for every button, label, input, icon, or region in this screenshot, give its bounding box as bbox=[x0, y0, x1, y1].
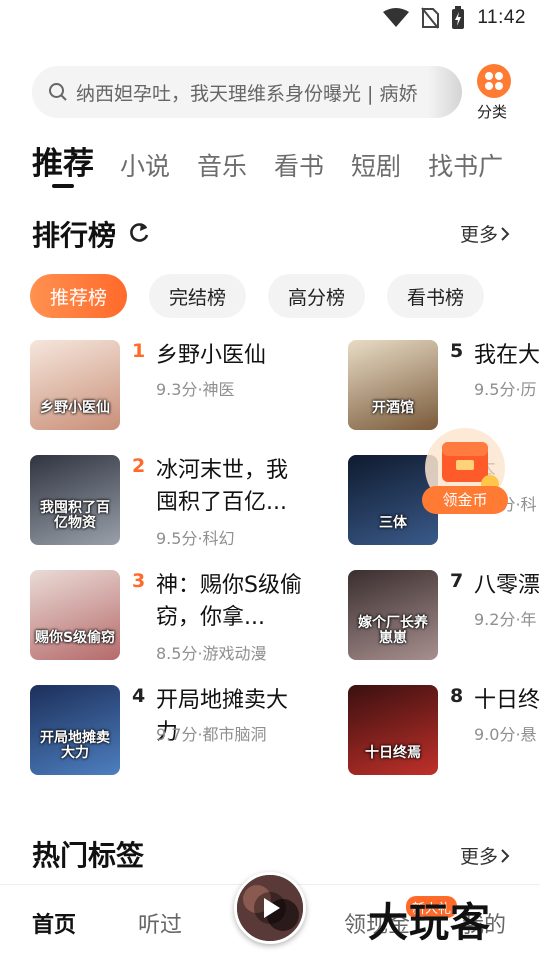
book-cover-title: 开局地摊卖大力 bbox=[40, 730, 110, 761]
book-item[interactable]: 嫁个厂长养崽崽 7 八零漂妈，嫁 9.2分·年 bbox=[348, 570, 540, 670]
play-icon bbox=[237, 875, 303, 941]
book-rank: 8 bbox=[450, 685, 464, 707]
book-cover-title: 赐你S级偷窃 bbox=[34, 630, 116, 646]
book-item[interactable]: 乡野小医仙 1 乡野小医仙 9.3分·神医 bbox=[30, 340, 350, 440]
gold-coin-float-button[interactable]: 领金币 bbox=[420, 424, 510, 516]
book-cover-title: 三体 bbox=[379, 515, 407, 531]
book-cover[interactable]: 开局地摊卖大力 bbox=[30, 685, 120, 775]
book-cover[interactable]: 赐你S级偷窃 bbox=[30, 570, 120, 660]
ranking-more-label: 更多 bbox=[459, 224, 498, 246]
category-button[interactable]: 分类 bbox=[474, 64, 514, 122]
tab-indicator bbox=[52, 184, 74, 188]
book-rank: 7 bbox=[450, 570, 464, 592]
book-cover[interactable]: 嫁个厂长养崽崽 bbox=[348, 570, 438, 660]
book-meta: 8.5分·游戏动漫 bbox=[156, 644, 267, 663]
refresh-icon[interactable] bbox=[128, 220, 150, 244]
no-sim-icon bbox=[421, 7, 440, 29]
search-bar[interactable]: 纳西妲孕吐，我天理维系身份曝光 | 病娇 bbox=[32, 66, 462, 118]
tab-reading[interactable]: 看书 bbox=[274, 147, 324, 183]
category-label: 分类 bbox=[476, 103, 507, 121]
hot-tags-title: 热门标签 bbox=[32, 839, 145, 872]
tab-find-book[interactable]: 找书广 bbox=[428, 147, 503, 183]
wifi-icon bbox=[383, 8, 410, 27]
audio-player-button[interactable] bbox=[234, 872, 306, 944]
search-icon bbox=[49, 83, 67, 101]
book-meta: 9.7分·都市脑洞 bbox=[156, 725, 267, 744]
book-meta: 9.2分·年 bbox=[474, 610, 537, 629]
book-rank: 5 bbox=[450, 340, 464, 362]
book-item[interactable]: 开局地摊卖大力 4 开局地摊卖大力 9.7分·都市脑洞 bbox=[30, 685, 350, 780]
chip-finished[interactable]: 完结榜 bbox=[149, 274, 247, 318]
top-tabs: 推荐 小说 音乐 看书 短剧 找书广 bbox=[32, 138, 540, 194]
book-title[interactable]: 十日终 bbox=[474, 685, 540, 717]
book-meta: 9.0分·悬 bbox=[474, 725, 537, 744]
hot-tags-more-button[interactable]: 更多 bbox=[460, 842, 512, 869]
book-item[interactable]: 十日终焉 8 十日终 9.0分·悬 bbox=[348, 685, 540, 780]
nav-listened[interactable]: 听过 bbox=[138, 907, 182, 939]
status-time: 11:42 bbox=[477, 7, 526, 28]
book-cover[interactable]: 十日终焉 bbox=[348, 685, 438, 775]
watermark-logo: 大玩客 bbox=[368, 899, 491, 946]
tab-music[interactable]: 音乐 bbox=[197, 147, 247, 183]
hot-tags-more-label: 更多 bbox=[459, 846, 498, 868]
ranking-chips: 推荐榜 完结榜 高分榜 看书榜 bbox=[30, 274, 485, 318]
tab-short-drama[interactable]: 短剧 bbox=[351, 147, 401, 183]
battery-charging-icon bbox=[452, 6, 465, 29]
book-meta: 9.5分·科幻 bbox=[156, 529, 235, 548]
book-title[interactable]: 冰河末世，我囤积了百亿... bbox=[156, 455, 306, 519]
book-item[interactable]: 我囤积了百亿物资 2 冰河末世，我囤积了百亿... 9.5分·科幻 bbox=[30, 455, 350, 555]
ranking-more-button[interactable]: 更多 bbox=[460, 220, 512, 247]
book-title[interactable]: 乡野小医仙 bbox=[156, 340, 306, 372]
ranking-book-list: 乡野小医仙 1 乡野小医仙 9.3分·神医我囤积了百亿物资 2 冰河末世，我囤积了百亿..… bbox=[0, 340, 540, 780]
chip-recommend[interactable]: 推荐榜 bbox=[30, 274, 128, 318]
book-cover-title: 乡野小医仙 bbox=[40, 400, 110, 416]
book-rank: 4 bbox=[132, 685, 146, 707]
book-cover[interactable]: 我囤积了百亿物资 bbox=[30, 455, 120, 545]
book-title[interactable]: 我在大馆 bbox=[474, 340, 540, 372]
ranking-title: 排行榜 bbox=[32, 219, 117, 252]
book-cover-title: 开酒馆 bbox=[372, 400, 414, 416]
book-meta: 9.3分·神医 bbox=[156, 380, 235, 399]
nav-home[interactable]: 首页 bbox=[32, 907, 76, 939]
book-meta: 9.5分·历 bbox=[474, 380, 537, 399]
book-cover-title: 十日终焉 bbox=[365, 745, 421, 761]
book-title[interactable]: 八零漂妈，嫁 bbox=[474, 570, 540, 602]
category-icon bbox=[477, 64, 511, 98]
tab-recommend[interactable]: 推荐 bbox=[32, 138, 94, 183]
search-placeholder: 纳西妲孕吐，我天理维系身份曝光 | 病娇 bbox=[76, 82, 418, 105]
tab-novel[interactable]: 小说 bbox=[120, 147, 170, 183]
book-rank: 3 bbox=[132, 570, 146, 592]
chip-high-score[interactable]: 高分榜 bbox=[268, 274, 366, 318]
book-title[interactable]: 神：赐你S级偷窃，你拿... bbox=[156, 570, 306, 634]
status-icons: 11:42 bbox=[383, 6, 526, 30]
book-rank: 2 bbox=[132, 455, 146, 477]
chip-reading[interactable]: 看书榜 bbox=[387, 274, 485, 318]
status-bar: 11:42 bbox=[0, 0, 540, 36]
book-cover-title: 我囤积了百亿物资 bbox=[40, 500, 110, 531]
search-fade bbox=[428, 66, 462, 118]
book-item[interactable]: 赐你S级偷窃 3 神：赐你S级偷窃，你拿... 8.5分·游戏动漫 bbox=[30, 570, 350, 670]
coin-label: 领金币 bbox=[442, 491, 487, 509]
book-cover[interactable]: 开酒馆 bbox=[348, 340, 438, 430]
book-cover[interactable]: 乡野小医仙 bbox=[30, 340, 120, 430]
chevron-right-icon bbox=[501, 848, 510, 863]
book-cover-title: 嫁个厂长养崽崽 bbox=[358, 615, 428, 646]
book-rank: 1 bbox=[132, 340, 146, 362]
chevron-right-icon bbox=[501, 226, 510, 241]
